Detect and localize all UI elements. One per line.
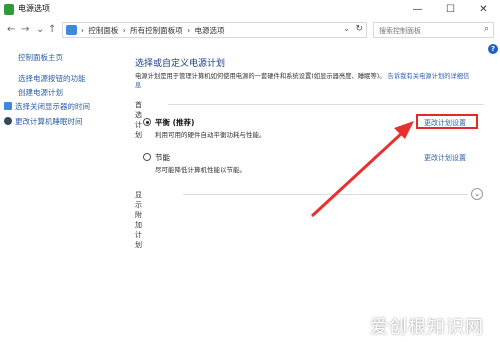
annotation-arrow (310, 121, 414, 218)
watermark: 爱创根知识网 (370, 317, 484, 338)
arrow-shaft (310, 131, 404, 218)
